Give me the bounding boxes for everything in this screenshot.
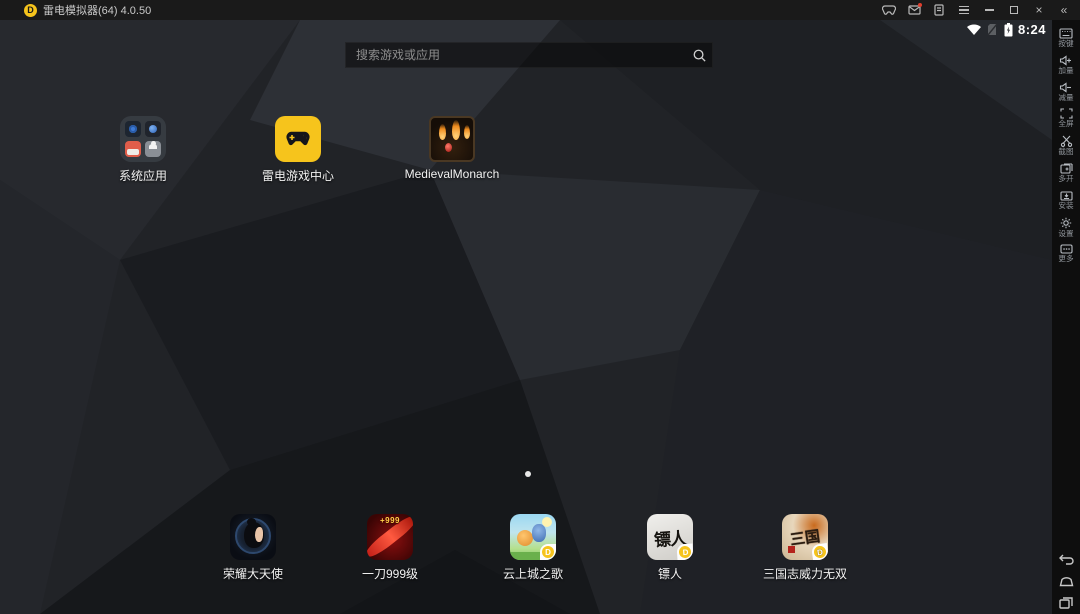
gear-icon	[1060, 217, 1072, 228]
biaoren-icon: 镖人 D	[647, 514, 693, 560]
titlebar-left: D 雷电模拟器(64) 4.0.50	[0, 2, 151, 18]
wifi-icon	[966, 24, 981, 35]
install-apk-button[interactable]: 安装	[1052, 190, 1080, 211]
ldplayer-corner-badge: D	[810, 542, 828, 560]
status-bar: 8:24	[966, 22, 1046, 37]
search-bar	[345, 42, 713, 68]
files-mini-icon	[125, 141, 141, 157]
app-sanguozhi[interactable]: 三国 D 三国志威力无双	[745, 514, 865, 582]
app-label: 荣耀大天使	[222, 567, 283, 581]
multi-instance-button[interactable]: 多开	[1052, 163, 1080, 184]
no-sim-icon	[987, 23, 998, 36]
app-medieval-monarch[interactable]: MedievalMonarch	[392, 116, 512, 181]
settings-button[interactable]: 设置	[1052, 217, 1080, 239]
medieval-monarch-icon	[429, 116, 475, 162]
scissors-icon	[1060, 135, 1072, 148]
app-label: 镖人	[657, 567, 682, 581]
fullscreen-button[interactable]: 全屏	[1052, 108, 1080, 129]
ldplayer-window: D 雷电模拟器(64) 4.0.50 × « 8:24 搜索游戏或应用 系统应用…	[0, 0, 1080, 614]
emulator-toolbar: 按键 加量 减量 全屏 截图 多开 安装 设置 更多	[1052, 20, 1080, 614]
system-apps-folder-icon	[120, 116, 166, 162]
logo-letter: D	[27, 4, 34, 15]
keyboard-icon	[1059, 28, 1073, 39]
notification-dot	[918, 3, 922, 7]
notes-icon[interactable]	[931, 2, 947, 18]
home-icon	[1059, 577, 1073, 587]
honor-archangel-icon	[230, 514, 276, 560]
app-honor-archangel[interactable]: 荣耀大天使	[193, 514, 313, 582]
app-system-apps-folder[interactable]: 系统应用	[83, 116, 203, 184]
ldplayer-corner-badge: D	[540, 544, 556, 560]
keymap-button[interactable]: 按键	[1052, 28, 1080, 49]
titlebar: D 雷电模拟器(64) 4.0.50 × «	[0, 0, 1080, 20]
app-yidao999[interactable]: +999 一刀999级	[330, 514, 450, 582]
ld-game-center-icon	[275, 116, 321, 162]
yidao999-icon: +999	[367, 514, 413, 560]
ldplayer-logo-icon: D	[24, 3, 37, 17]
back-icon	[1058, 554, 1074, 565]
fullscreen-icon	[1059, 108, 1073, 119]
gem-decor	[445, 143, 452, 152]
page-indicator-dot	[525, 471, 531, 477]
android-recents-button[interactable]	[1059, 597, 1073, 609]
app-label: 雷电游戏中心	[261, 169, 334, 183]
settings-mini-icon	[125, 121, 141, 137]
app-cloud-song[interactable]: D 云上城之歌	[473, 514, 593, 582]
volume-up-icon	[1059, 55, 1071, 66]
clock: 8:24	[1017, 22, 1046, 37]
contacts-mini-icon	[145, 141, 161, 157]
sanguozhi-icon: 三国 D	[782, 514, 828, 560]
browser-mini-icon	[145, 121, 161, 137]
maximize-button[interactable]	[1006, 2, 1022, 18]
gamepad-icon[interactable]	[881, 2, 897, 18]
app-label: MedievalMonarch	[404, 167, 500, 181]
screenshot-button[interactable]: 截图	[1052, 135, 1080, 157]
search-input[interactable]	[346, 48, 686, 62]
battery-icon	[1004, 22, 1013, 36]
android-home-button[interactable]	[1059, 575, 1074, 587]
flame-decor	[464, 125, 470, 139]
flame-decor	[452, 120, 460, 140]
android-back-button[interactable]	[1058, 554, 1074, 565]
titlebar-controls: × «	[881, 0, 1080, 20]
flame-decor	[439, 124, 446, 140]
close-button[interactable]: ×	[1031, 2, 1047, 18]
more-icon	[1059, 244, 1073, 254]
more-button[interactable]: 更多	[1052, 244, 1080, 264]
volume-down-icon	[1059, 82, 1071, 93]
app-label: 系统应用	[118, 169, 167, 183]
multi-instance-icon	[1059, 163, 1073, 174]
app-label: 一刀999级	[361, 567, 419, 581]
ldplayer-corner-badge: D	[676, 543, 693, 560]
search-icon[interactable]	[686, 48, 712, 63]
recents-icon	[1059, 597, 1073, 609]
install-apk-icon	[1059, 191, 1073, 201]
minimize-button[interactable]	[981, 2, 997, 18]
plus999-badge: +999	[379, 516, 401, 525]
window-title: 雷电模拟器(64) 4.0.50	[43, 5, 152, 17]
volume-down-button[interactable]: 减量	[1052, 82, 1080, 103]
app-label: 三国志威力无双	[762, 567, 847, 581]
cloud-song-icon: D	[510, 514, 556, 560]
collapse-sidebar-button[interactable]: «	[1056, 2, 1072, 18]
app-biaoren[interactable]: 镖人 D 镖人	[610, 514, 730, 582]
volume-up-button[interactable]: 加量	[1052, 55, 1080, 76]
android-screen: 8:24 系统应用 雷电游戏中心	[0, 20, 1052, 614]
app-label: 云上城之歌	[502, 567, 563, 581]
menu-icon[interactable]	[956, 2, 972, 18]
messages-icon[interactable]	[906, 2, 922, 18]
app-ld-game-center[interactable]: 雷电游戏中心	[238, 116, 358, 184]
